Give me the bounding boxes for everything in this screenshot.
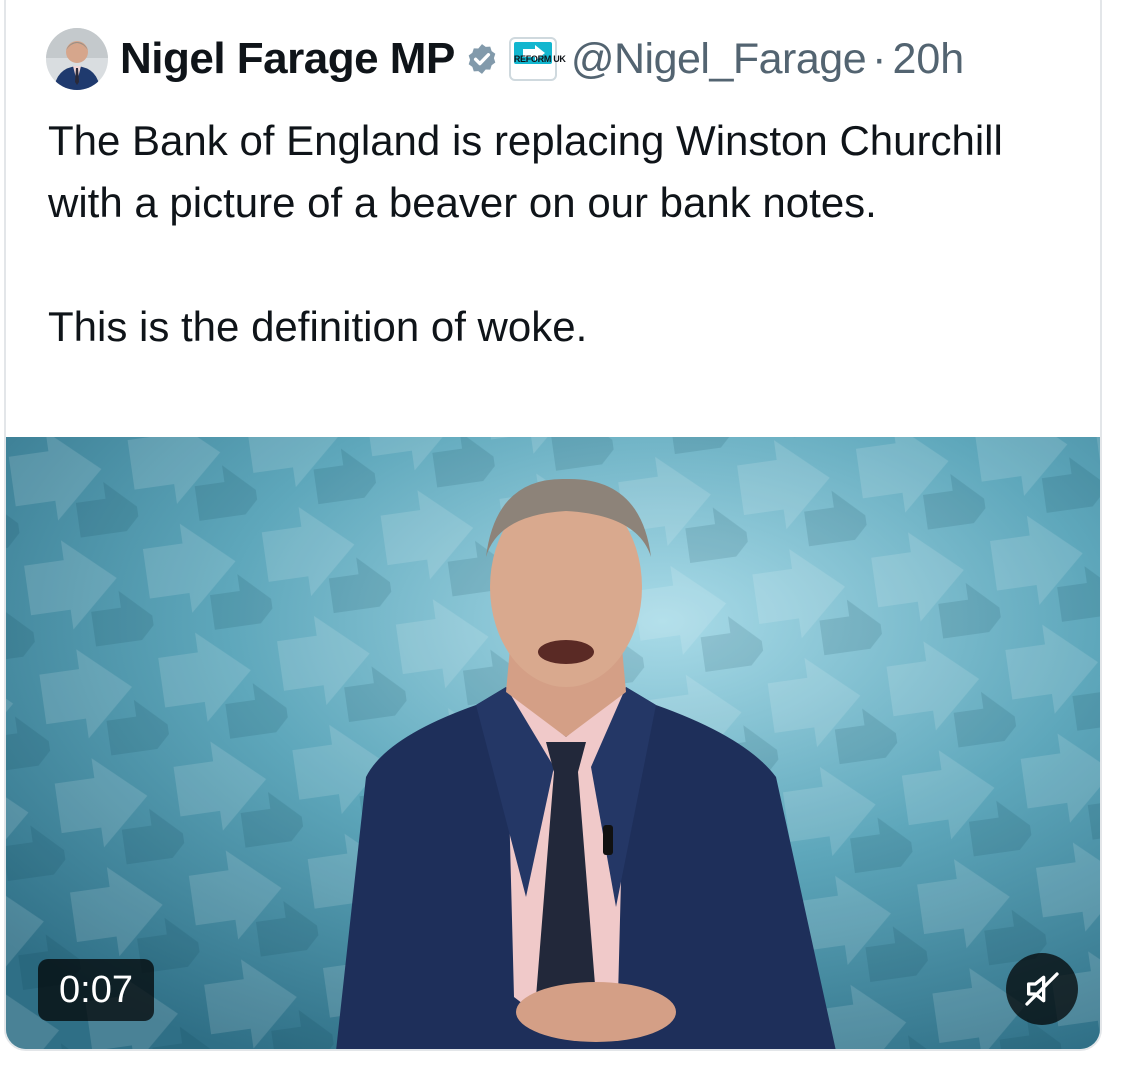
- tweet-paragraph: This is the definition of woke.: [48, 303, 588, 350]
- affiliate-badge-label: REFORM UK: [513, 54, 566, 64]
- tweet-body: The Bank of England is replacing Winston…: [48, 110, 1088, 358]
- reform-uk-badge-icon[interactable]: REFORM UK: [508, 37, 566, 81]
- tweet-card[interactable]: Nigel Farage MP REFORM UK @Nigel_Farage …: [4, 0, 1102, 1051]
- author-avatar[interactable]: [46, 28, 108, 90]
- tweet-paragraph: The Bank of England is replacing Winston…: [48, 117, 1003, 226]
- tweet-header: Nigel Farage MP REFORM UK @Nigel_Farage …: [46, 28, 964, 90]
- video-player[interactable]: 0:07: [6, 437, 1100, 1049]
- author-handle[interactable]: @Nigel_Farage: [571, 35, 867, 84]
- muted-speaker-icon[interactable]: [1006, 953, 1078, 1025]
- video-frame: [6, 437, 1100, 1049]
- meta-separator: ·: [872, 34, 887, 83]
- tweet-timestamp[interactable]: 20h: [892, 35, 964, 84]
- video-duration: 0:07: [38, 959, 154, 1021]
- verified-badge-icon[interactable]: [465, 42, 499, 76]
- author-display-name[interactable]: Nigel Farage MP: [120, 34, 455, 84]
